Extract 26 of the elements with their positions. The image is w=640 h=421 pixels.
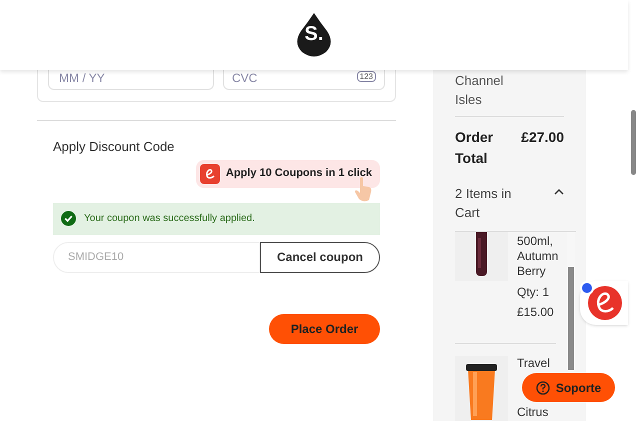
- check-circle-icon: [61, 211, 76, 226]
- support-button[interactable]: Soporte: [522, 373, 615, 402]
- product-name: 500ml,: [517, 234, 554, 249]
- product-name: Citrus: [517, 405, 548, 420]
- cart-toggle[interactable]: 2 Items in Cart: [455, 184, 564, 222]
- pointing-hand-icon: [354, 176, 374, 202]
- place-order-button[interactable]: Place Order: [269, 314, 380, 344]
- cancel-coupon-button[interactable]: Cancel coupon: [260, 242, 380, 272]
- product-price: £15.00: [517, 304, 554, 321]
- product-quantity: Qty: 1: [517, 284, 550, 301]
- logo[interactable]: S.: [297, 13, 331, 57]
- order-total-label: Order Total: [455, 128, 494, 168]
- coupon-logo-icon: [200, 164, 220, 184]
- coupon-banner-text: Apply 10 Coupons in 1 click: [226, 166, 372, 182]
- alert-message: Your coupon was successfully applied.: [84, 212, 255, 226]
- coupon-banner[interactable]: Apply 10 Coupons in 1 click: [196, 160, 380, 188]
- product-name: Berry: [517, 264, 546, 279]
- coupon-extension-button[interactable]: [580, 281, 628, 325]
- help-icon: [536, 380, 550, 394]
- page-scrollbar[interactable]: [631, 110, 636, 175]
- shipping-region: Channel Isles: [455, 72, 504, 109]
- card-cvc-icon: 123: [356, 71, 376, 82]
- section-title: Apply Discount Code: [53, 138, 176, 156]
- product-name: Autumn: [517, 249, 558, 264]
- product-name: Travel: [517, 356, 550, 371]
- order-total-value: £27.00: [521, 128, 564, 147]
